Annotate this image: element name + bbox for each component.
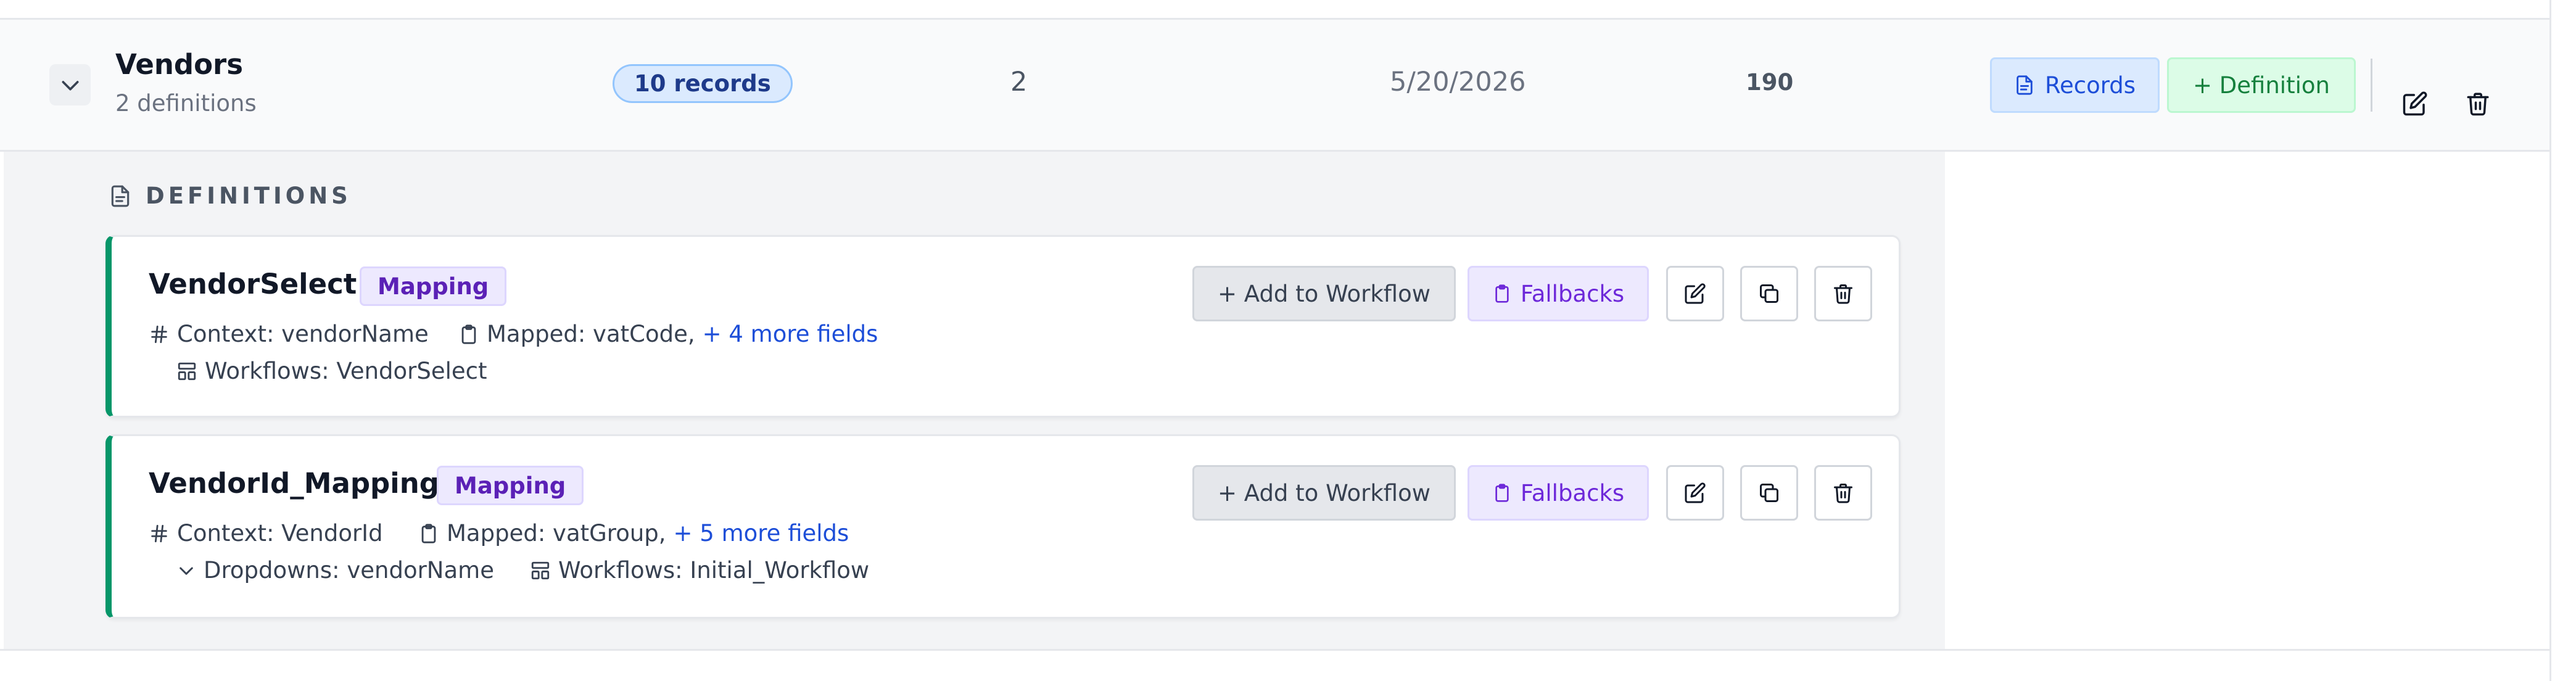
copy-definition-button[interactable] bbox=[1740, 465, 1798, 521]
definition-context: Context: VendorId bbox=[149, 520, 383, 547]
vendor-column-count: 2 bbox=[1010, 67, 1028, 97]
copy-icon bbox=[1758, 482, 1780, 504]
fallbacks-button[interactable]: Fallbacks bbox=[1468, 465, 1649, 521]
pencil-icon bbox=[1684, 283, 1706, 305]
add-to-workflow-label: + Add to Workflow bbox=[1218, 280, 1430, 307]
chevron-down-icon bbox=[176, 561, 196, 580]
vendor-row[interactable]: Vendors 2 definitions 10 records 2 5/20/… bbox=[0, 20, 2549, 152]
definition-card: VendorId_Mapping Mapping Context: Vendor… bbox=[105, 434, 1901, 619]
add-to-workflow-label: + Add to Workflow bbox=[1218, 479, 1430, 506]
edit-vendor-button[interactable] bbox=[2396, 85, 2434, 122]
add-definition-button[interactable]: + Definition bbox=[2167, 57, 2356, 113]
actions-divider bbox=[2371, 59, 2372, 112]
layout-icon bbox=[176, 361, 197, 382]
clipboard-icon bbox=[458, 324, 479, 345]
document-icon bbox=[2014, 75, 2035, 96]
vendor-number: 190 bbox=[1746, 69, 1794, 96]
context-text: Context: VendorId bbox=[177, 520, 383, 547]
context-text: Context: vendorName bbox=[177, 321, 429, 347]
copy-definition-button[interactable] bbox=[1740, 266, 1798, 321]
delete-definition-button[interactable] bbox=[1814, 266, 1872, 321]
definition-context: Context: vendorName bbox=[149, 321, 429, 347]
definition-workflows: Workflows: VendorSelect bbox=[176, 358, 487, 384]
mapped-text: Mapped: vatCode, bbox=[487, 321, 695, 347]
mapping-tag: Mapping bbox=[360, 266, 507, 306]
clipboard-icon bbox=[1492, 284, 1512, 303]
vendor-name: Vendors bbox=[115, 48, 244, 81]
bottom-divider bbox=[0, 649, 2549, 651]
clipboard-icon bbox=[418, 523, 439, 544]
definition-dropdowns: Dropdowns: vendorName bbox=[176, 557, 494, 584]
mapped-text: Mapped: vatGroup, bbox=[447, 520, 666, 547]
add-definition-label: + Definition bbox=[2193, 72, 2330, 99]
more-fields-link[interactable]: + 5 more fields bbox=[674, 520, 849, 547]
delete-definition-button[interactable] bbox=[1814, 465, 1872, 521]
fallbacks-button[interactable]: Fallbacks bbox=[1468, 266, 1649, 321]
definitions-header-label: DEFINITIONS bbox=[146, 183, 352, 209]
definition-mapped: Mapped: vatCode, + 4 more fields bbox=[458, 321, 878, 347]
trash-icon bbox=[1832, 283, 1854, 305]
fallbacks-label: Fallbacks bbox=[1520, 479, 1625, 506]
definition-title: VendorId_Mapping bbox=[149, 467, 439, 500]
trash-icon bbox=[1832, 482, 1854, 504]
document-icon bbox=[109, 184, 132, 208]
layout-icon bbox=[530, 560, 551, 581]
edit-definition-button[interactable] bbox=[1666, 465, 1724, 521]
pencil-icon bbox=[1684, 482, 1706, 504]
workflows-text: Workflows: Initial_Workflow bbox=[558, 557, 870, 584]
hash-icon bbox=[149, 324, 170, 345]
pencil-icon bbox=[2402, 91, 2428, 117]
trash-icon bbox=[2465, 91, 2491, 117]
delete-vendor-button[interactable] bbox=[2459, 85, 2496, 122]
definition-card: VendorSelect Mapping Context: vendorName… bbox=[105, 235, 1901, 418]
add-to-workflow-button[interactable]: + Add to Workflow bbox=[1192, 266, 1456, 321]
records-button[interactable]: Records bbox=[1990, 57, 2160, 113]
records-button-label: Records bbox=[2044, 72, 2136, 99]
definition-mapped: Mapped: vatGroup, + 5 more fields bbox=[418, 520, 849, 547]
definitions-header: DEFINITIONS bbox=[109, 183, 352, 209]
definition-title: VendorSelect bbox=[149, 268, 357, 300]
definition-workflows: Workflows: Initial_Workflow bbox=[530, 557, 869, 584]
vendor-definitions-count: 2 definitions bbox=[115, 90, 257, 117]
records-count-badge: 10 records bbox=[613, 64, 793, 103]
edit-definition-button[interactable] bbox=[1666, 266, 1724, 321]
hash-icon bbox=[149, 523, 170, 544]
collapse-toggle-button[interactable] bbox=[49, 64, 91, 105]
mapping-tag: Mapping bbox=[437, 466, 584, 505]
add-to-workflow-button[interactable]: + Add to Workflow bbox=[1192, 465, 1456, 521]
fallbacks-label: Fallbacks bbox=[1520, 280, 1625, 307]
chevron-down-icon bbox=[58, 73, 83, 97]
dropdowns-text: Dropdowns: vendorName bbox=[204, 557, 494, 584]
copy-icon bbox=[1758, 283, 1780, 305]
clipboard-icon bbox=[1492, 483, 1512, 503]
more-fields-link[interactable]: + 4 more fields bbox=[703, 321, 878, 347]
vendor-date: 5/20/2026 bbox=[1390, 67, 1526, 97]
workflows-text: Workflows: VendorSelect bbox=[205, 358, 487, 384]
